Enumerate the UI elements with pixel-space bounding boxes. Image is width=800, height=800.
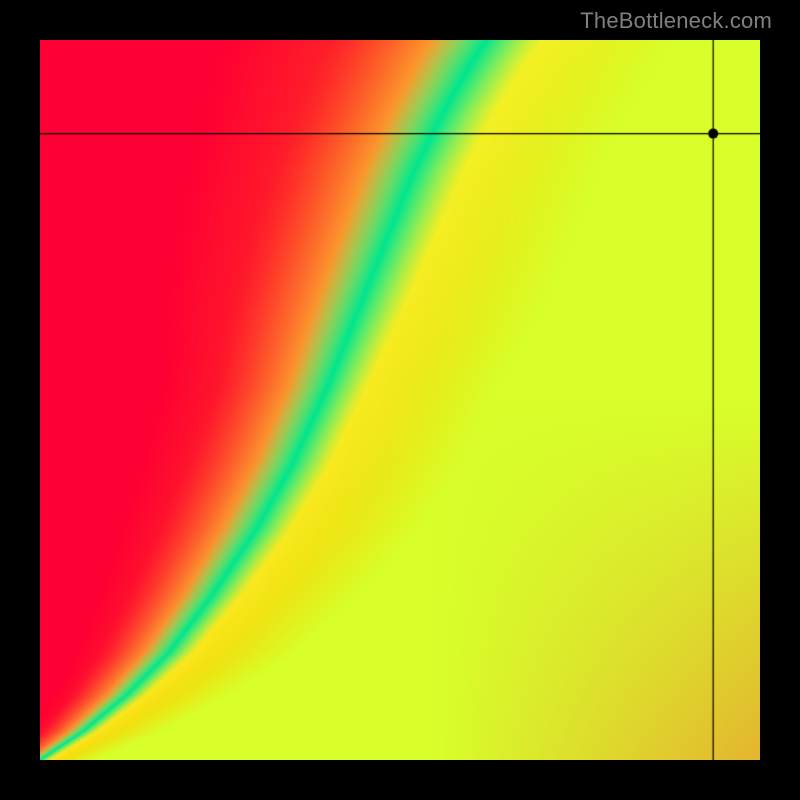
watermark-text: TheBottleneck.com: [580, 8, 772, 34]
heatmap-canvas: [40, 40, 760, 760]
heatmap-chart: [40, 40, 760, 760]
